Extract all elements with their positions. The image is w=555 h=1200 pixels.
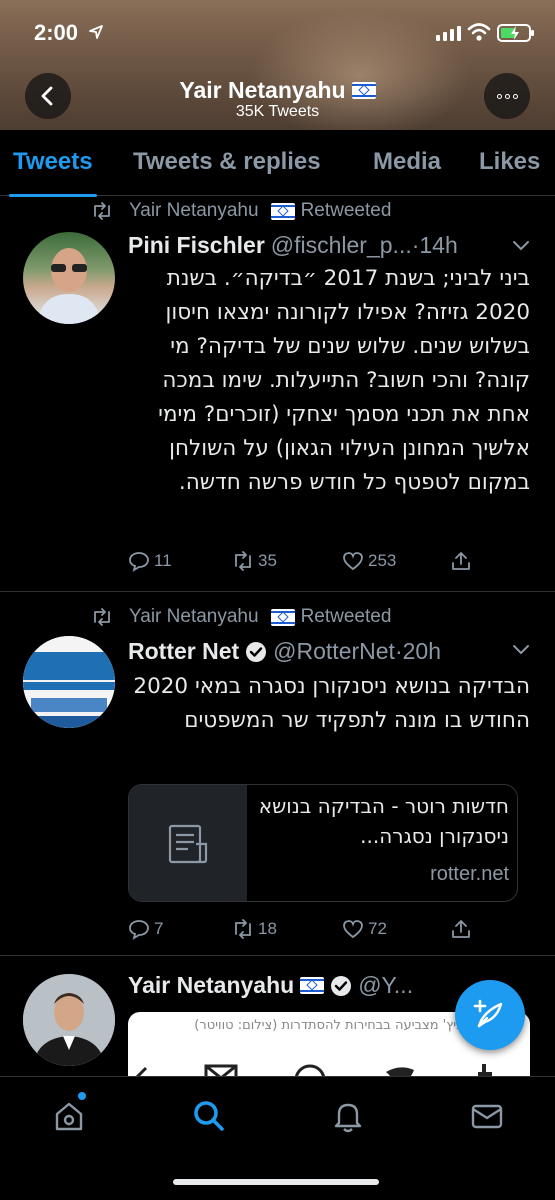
chevron-down-icon[interactable] [512,240,530,252]
retweet-icon [94,608,110,626]
tweet-text: הבדיקה בנושא ניסנקורן נסגרה במאי 2020 הח… [133,674,530,733]
author-handle[interactable]: @RotterNet [273,638,395,665]
retweet-icon [235,919,251,939]
retweet-indicator: Yair Netanyahu Retweeted [91,606,391,628]
author-handle[interactable]: @fischler_p... [271,232,412,259]
heart-icon [343,552,363,571]
share-icons-row [135,1064,492,1076]
status-time: 2:00 [34,20,79,45]
share-button[interactable] [450,918,472,940]
retweeted-label: Retweeted [300,606,392,627]
reply-icon [129,920,149,940]
reply-count: 11 [154,551,172,570]
avatar[interactable] [23,636,115,728]
avatar[interactable] [23,974,115,1066]
cellular-signal-icon [436,26,461,41]
tweet-author-line: Pini Fischler @fischler_p... ·14h [128,232,538,259]
like-button[interactable]: 72 [342,918,387,940]
israel-flag-icon [270,202,295,220]
wifi-icon [467,23,491,41]
retweet-count: 35 [258,551,277,570]
retweet-icon [94,202,110,220]
notification-dot [78,1092,86,1100]
tab-likes[interactable]: Likes [479,130,540,196]
avatar[interactable] [23,232,115,324]
avatar-photo [23,974,115,1066]
avatar-photo [37,248,101,324]
status-bar: 2:00 [0,0,555,66]
retweeted-by-name: Yair Netanyahu [129,200,259,221]
reply-button[interactable]: 7 [128,918,163,940]
share-icon [452,552,470,570]
profile-tabs: Tweets Tweets & replies Media Likes [0,130,555,197]
author-name[interactable]: Rotter Net [128,638,239,665]
card-title: חדשות רוטר - הבדיקה בנושא ניסנקורן נסגרה… [258,794,509,848]
more-options-button[interactable] [484,73,530,119]
battery-icon [497,24,534,42]
verified-badge-icon [246,641,267,662]
rotter-logo [23,636,115,728]
location-arrow-icon [89,25,103,39]
profile-name: Yair Netanyahu [179,77,346,103]
retweet-count: 18 [258,919,277,938]
retweet-indicator: Yair Netanyahu Retweeted [91,200,391,222]
verified-badge-icon [331,975,352,996]
author-handle[interactable]: @Y... [358,972,413,999]
search-icon[interactable] [192,1099,226,1133]
tweet-actions: 7 18 72 [128,918,528,944]
tweet-time: ·20h [394,638,441,664]
share-button[interactable] [450,550,472,572]
tweet-text: ביני לביני; בשנת 2017 ״בדיקה״. בשנת 2020… [158,266,530,495]
card-thumbnail [129,785,247,901]
reply-icon [129,552,149,572]
tweet-actions: 11 35 253 [128,550,528,576]
author-name[interactable]: Yair Netanyahu [128,972,294,999]
compose-feather-icon [473,999,503,1028]
israel-flag-icon [351,82,376,99]
retweet-icon [235,551,251,571]
israel-flag-icon [270,608,295,626]
tab-tweets[interactable]: Tweets [9,130,97,197]
tweet-count: 35K Tweets [235,103,320,120]
card-domain: rotter.net [430,863,509,885]
chevron-down-icon[interactable] [512,644,530,656]
messages-envelope-icon[interactable] [470,1099,504,1133]
article-icon [168,824,208,864]
reply-button[interactable]: 11 [128,550,172,572]
notifications-bell-icon[interactable] [331,1099,365,1133]
tweet[interactable]: Yair Netanyahu Retweeted Pini Fischler @… [0,196,555,592]
tweet-time: ·14h [411,232,458,258]
author-name[interactable]: Pini Fischler [128,232,265,259]
link-card[interactable]: חדשות רוטר - הבדיקה בנושא ניסנקורן נסגרה… [128,784,518,902]
tweet[interactable]: Yair Netanyahu Retweeted Rotter Net @Rot… [0,592,555,956]
page-title: Yair Netanyahu [0,77,555,104]
tweet-author-line: Rotter Net @RotterNet ·20h [128,638,538,665]
retweet-button[interactable]: 35 [232,550,277,572]
tab-tweets-replies[interactable]: Tweets & replies [133,130,321,196]
compose-tweet-button[interactable] [455,980,525,1050]
retweeted-label: Retweeted [300,200,392,221]
tab-media[interactable]: Media [373,130,441,196]
home-icon[interactable] [52,1099,86,1133]
retweet-button[interactable]: 18 [232,918,277,940]
profile-header: 2:00 Yair Netanyahu 35K Tweets [0,0,555,130]
like-count: 72 [368,919,387,938]
heart-icon [343,920,363,939]
like-count: 253 [368,551,397,570]
like-button[interactable]: 253 [342,550,396,572]
reply-count: 7 [154,919,164,938]
israel-flag-icon [300,977,325,994]
share-icon [452,920,470,938]
retweeted-by-name: Yair Netanyahu [129,606,259,627]
home-indicator [173,1179,379,1185]
